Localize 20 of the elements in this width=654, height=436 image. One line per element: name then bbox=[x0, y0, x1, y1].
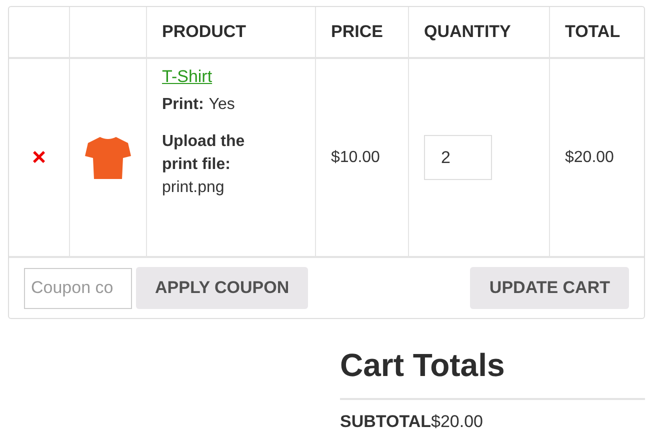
column-header: PRODUCT bbox=[162, 22, 246, 42]
subtotal-label: SUBTOTAL bbox=[340, 412, 431, 431]
cart-totals-heading: Cart Totals bbox=[340, 347, 645, 400]
column-header: TOTAL bbox=[565, 22, 620, 42]
meta-label: Print: bbox=[162, 96, 204, 113]
price-text: $10.00 bbox=[331, 148, 380, 166]
meta-value: Yes bbox=[208, 96, 235, 113]
coupon-field[interactable]: Coupon co bbox=[24, 268, 132, 308]
meta-label: Upload the print file: bbox=[162, 132, 246, 175]
quantity-field[interactable]: 2 bbox=[424, 135, 492, 180]
t-shirt-icon bbox=[85, 136, 131, 180]
update-cart-button[interactable]: UPDATE CART bbox=[470, 267, 629, 309]
total-text: $20.00 bbox=[565, 148, 614, 166]
column-header: PRICE bbox=[331, 22, 383, 42]
product-link[interactable]: T-Shirt bbox=[162, 67, 305, 87]
subtotal-value: $20.00 bbox=[430, 412, 483, 431]
column-header: QUANTITY bbox=[424, 22, 511, 42]
remove-item-link[interactable]: × bbox=[32, 144, 46, 172]
meta-value: print.png bbox=[162, 178, 226, 198]
apply-coupon-button[interactable]: APPLY COUPON bbox=[136, 267, 308, 309]
